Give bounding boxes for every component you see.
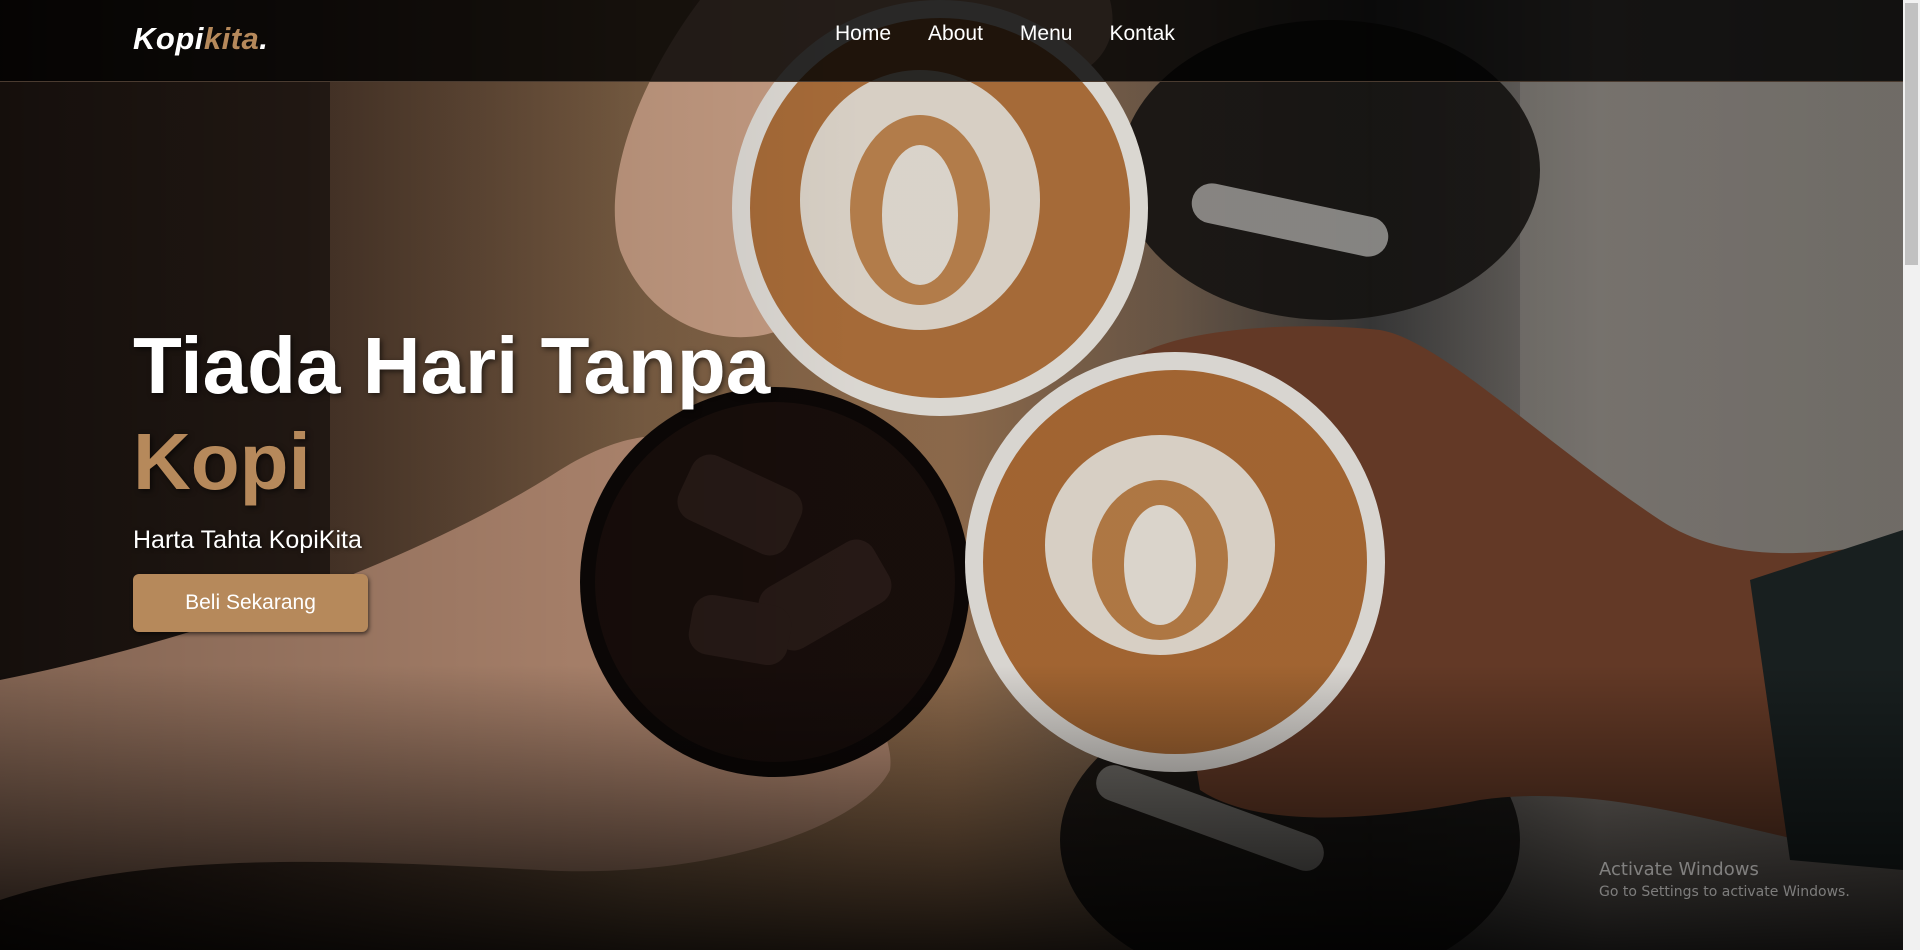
watermark-title: Activate Windows [1599,859,1759,880]
nav-link-home[interactable]: Home [835,22,891,46]
windows-activation-watermark: Activate Windows Go to Settings to activ… [1599,859,1850,903]
buy-now-button[interactable]: Beli Sekarang [133,574,368,632]
navbar: Kopikita. Home About Menu Kontak [0,0,1903,82]
brand-accent-text: kita [203,21,260,56]
hero-title: Tiada Hari Tanpa Kopi [133,318,770,510]
page: Kopikita. Home About Menu Kontak Tiada H… [0,0,1920,950]
hero-subtitle: Harta Tahta KopiKita [133,526,362,554]
brand-dot: . [259,21,269,56]
vertical-scrollbar[interactable] [1903,0,1920,950]
hero-content: Tiada Hari Tanpa Kopi Harta Tahta KopiKi… [133,318,770,632]
nav-link-about[interactable]: About [928,22,983,46]
watermark-subtitle: Go to Settings to activate Windows. [1599,884,1850,900]
nav-link-kontak[interactable]: Kontak [1109,22,1174,46]
brand-logo[interactable]: Kopikita. [133,21,268,57]
hero-title-line: Tiada Hari Tanpa [133,321,771,410]
scrollbar-thumb[interactable] [1905,3,1918,265]
nav-links: Home About Menu Kontak [835,22,1175,46]
brand-main-text: Kopi [133,21,204,56]
nav-link-menu[interactable]: Menu [1020,22,1073,46]
hero-title-accent: Kopi [133,417,311,506]
